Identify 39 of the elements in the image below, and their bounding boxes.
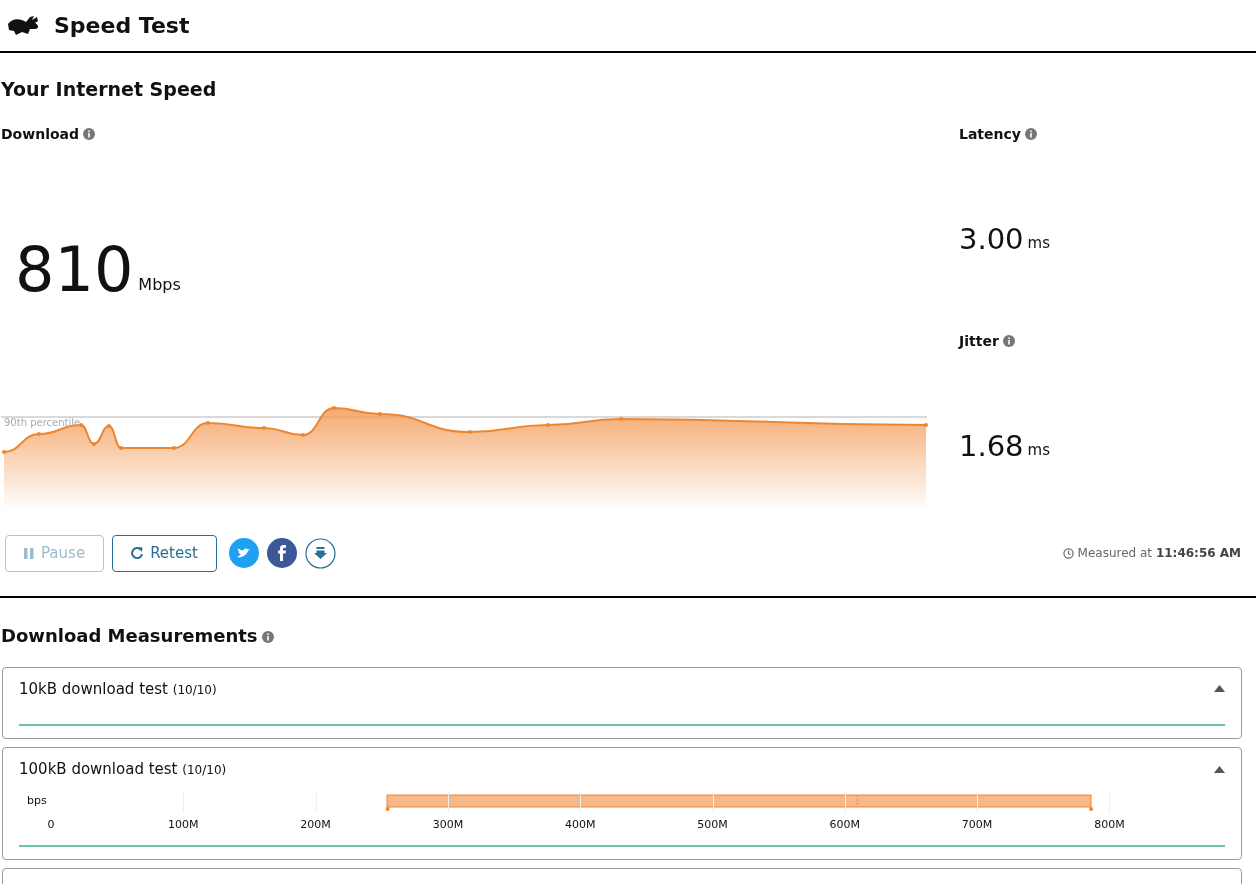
axis-tick-label: 800M: [1094, 816, 1125, 833]
axis-unit-label: bps: [27, 792, 47, 809]
test-title: 100kB download test (10/10): [19, 759, 227, 780]
axis-tick-label: 300M: [432, 816, 464, 833]
info-icon[interactable]: [1002, 334, 1015, 347]
section-heading: Download Measurements: [1, 624, 258, 646]
app-title: Speed Test: [54, 12, 190, 40]
axis-tick-label: 600M: [829, 816, 861, 833]
info-icon[interactable]: [83, 127, 96, 140]
pause-icon: [24, 547, 34, 559]
latency-value: 3.00: [959, 222, 1024, 255]
section-heading: Your Internet Speed: [1, 77, 218, 102]
axis-tick-label: 500M: [697, 816, 728, 833]
axis-tick-label: 0: [47, 816, 55, 833]
facebook-button[interactable]: [266, 537, 297, 568]
jitter-value: 1.68: [959, 429, 1024, 462]
retest-button[interactable]: Retest: [112, 534, 217, 572]
info-icon[interactable]: [1024, 127, 1037, 140]
axis-tick-label: 200M: [300, 816, 331, 833]
download-value: 810: [15, 238, 134, 301]
reload-icon: [131, 547, 144, 559]
axis-tick-label: 100M: [168, 816, 199, 833]
measured-time: Measured at 11:46:56 AM: [1077, 545, 1241, 562]
collapse-caret-icon[interactable]: [1214, 765, 1225, 773]
metric-label: Download: [1, 125, 80, 142]
percentile-label: 90th percentile: [4, 416, 81, 429]
unit-label: ms: [1027, 233, 1050, 254]
info-icon[interactable]: [261, 630, 274, 643]
unit-label: Mbps: [138, 273, 181, 296]
test-title: 10kB download test (10/10): [19, 678, 217, 700]
collapse-caret-icon[interactable]: [1214, 685, 1225, 693]
unit-label: ms: [1027, 440, 1050, 461]
metric-label: Latency: [959, 125, 1021, 142]
clock-icon: [1062, 547, 1074, 559]
download-button[interactable]: [304, 537, 336, 569]
axis-tick-label: 400M: [564, 816, 596, 833]
twitter-button[interactable]: [228, 537, 259, 568]
axis-tick-label: 700M: [961, 816, 993, 833]
metric-label: Jitter: [959, 332, 999, 349]
